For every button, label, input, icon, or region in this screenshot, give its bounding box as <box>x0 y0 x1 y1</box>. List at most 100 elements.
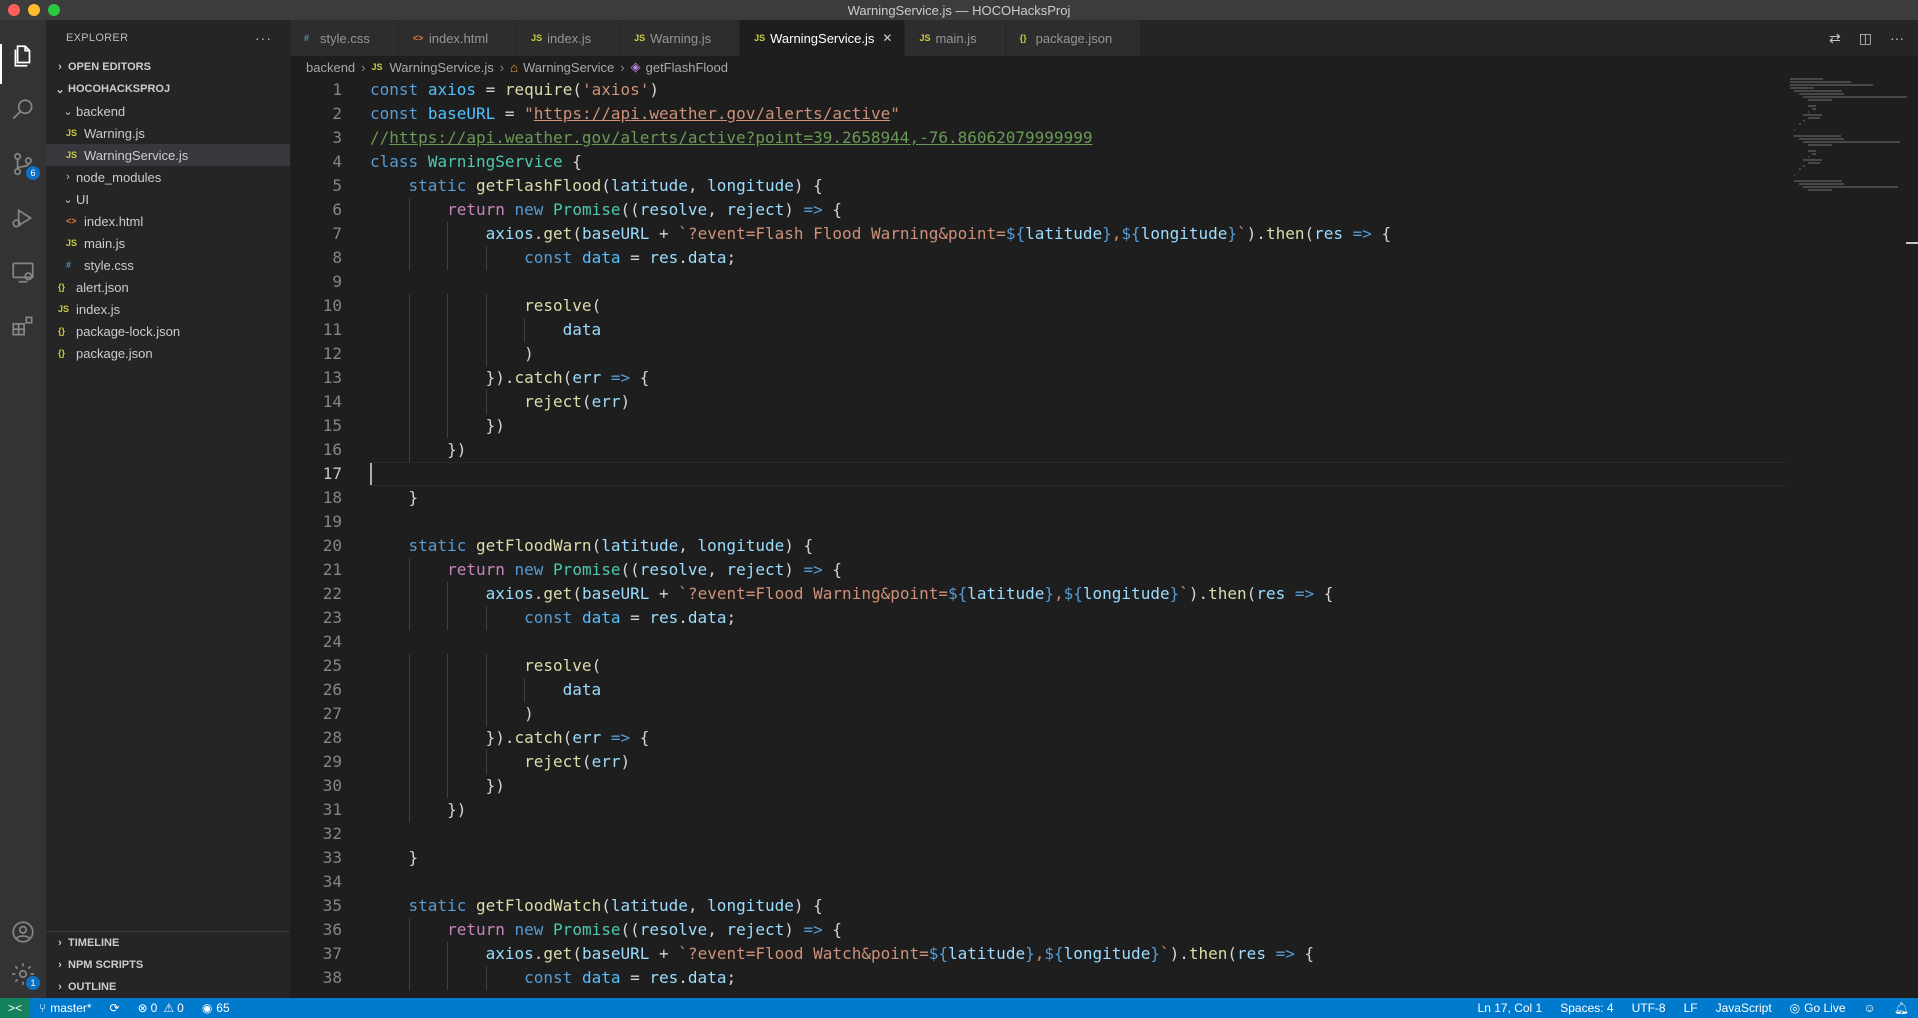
code-token: => <box>1275 944 1295 963</box>
indent-guide <box>485 966 487 990</box>
run-debug-icon[interactable] <box>9 204 37 232</box>
js-file-icon: JS <box>531 33 543 43</box>
tab-warningservice-js[interactable]: JS WarningService.js ✕ <box>740 20 906 56</box>
minimize-window-button[interactable] <box>28 4 40 16</box>
tree-file[interactable]: JS Warning.js <box>46 122 290 144</box>
tree-file[interactable]: JS main.js <box>46 232 290 254</box>
breadcrumb-folder[interactable]: backend <box>306 60 355 75</box>
code-token: } <box>1102 224 1112 243</box>
code-token: ${ <box>1044 944 1064 963</box>
code-editor[interactable]: 1 const axios = require('axios') 2 const ba… <box>290 78 1918 998</box>
code-token: axios <box>427 80 476 99</box>
explorer-title: EXPLORER <box>66 32 129 44</box>
tree-folder[interactable]: ⌄ UI <box>46 188 290 210</box>
minimap[interactable] <box>1790 78 1908 998</box>
encoding[interactable]: UTF-8 <box>1623 998 1675 1018</box>
breadcrumb-class[interactable]: WarningService <box>523 60 614 75</box>
tab-style-css[interactable]: # style.css <box>290 20 399 56</box>
code-token: => <box>803 560 823 579</box>
tree-file[interactable]: JS WarningService.js <box>46 144 290 166</box>
tab-main-js[interactable]: JS main.js <box>905 20 1006 56</box>
tree-file[interactable]: <> index.html <box>46 210 290 232</box>
tree-folder[interactable]: › node_modules <box>46 166 290 188</box>
code-text: } <box>370 486 419 510</box>
remote-explorer-icon[interactable] <box>9 258 37 286</box>
tree-file[interactable]: {} package.json <box>46 342 290 364</box>
open-editors-section[interactable]: › OPEN EDITORS <box>46 56 290 78</box>
account-icon[interactable] <box>9 918 37 946</box>
code-token: ( <box>1227 944 1238 963</box>
code-line: 5 static getFlashFlood(latitude, longitu… <box>290 174 1790 198</box>
tab-package-json[interactable]: {} package.json <box>1005 20 1142 56</box>
tree-file[interactable]: JS index.js <box>46 298 290 320</box>
cursor-position[interactable]: Ln 17, Col 1 <box>1469 998 1552 1018</box>
tree-folder[interactable]: ⌄ backend <box>46 100 290 122</box>
tree-file[interactable]: {} package-lock.json <box>46 320 290 342</box>
code-line: 21 return new Promise((resolve, reject) … <box>290 558 1790 582</box>
minimap-line <box>1807 105 1817 107</box>
line-number: 5 <box>332 176 342 195</box>
remote-indicator[interactable]: >< <box>0 998 30 1018</box>
tab-index-js[interactable]: JS index.js <box>517 20 621 56</box>
extensions-icon[interactable] <box>9 312 37 340</box>
sync-button[interactable]: ⟳ <box>101 998 129 1018</box>
close-window-button[interactable] <box>8 4 20 16</box>
line-number: 17 <box>322 464 342 483</box>
indentation[interactable]: Spaces: 4 <box>1551 998 1622 1018</box>
code-token: catch <box>514 728 563 747</box>
feedback-icon[interactable]: ☺ <box>1855 998 1885 1018</box>
files-icon[interactable] <box>9 42 37 70</box>
end-of-line[interactable]: LF <box>1675 998 1707 1018</box>
more-actions-icon[interactable]: ··· <box>255 30 272 46</box>
problems-indicator[interactable]: ⊗ 0 ⚠ 0 <box>129 998 193 1018</box>
tab-warning-js[interactable]: JS Warning.js <box>620 20 741 56</box>
breadcrumb-file[interactable]: WarningService.js <box>390 60 494 75</box>
manage-badge: 1 <box>26 976 40 990</box>
js-file-icon: JS <box>66 128 78 138</box>
indent-guide <box>485 318 487 342</box>
code-token: . <box>533 584 544 603</box>
tree-item-label: UI <box>76 191 89 207</box>
go-live-button[interactable]: ◎ Go Live <box>1781 998 1855 1018</box>
language-mode[interactable]: JavaScript <box>1707 998 1781 1018</box>
search-icon[interactable] <box>9 96 37 124</box>
split-editor-icon[interactable]: ◫ <box>1859 30 1872 47</box>
chevron-right-icon: › <box>58 61 62 73</box>
notifications-icon[interactable]: 🔔︎ <box>1885 998 1918 1018</box>
minimap-line <box>1798 183 1844 185</box>
code-token: { <box>822 560 843 579</box>
code-token: ). <box>1246 224 1266 243</box>
zoom-window-button[interactable] <box>48 4 60 16</box>
close-icon[interactable]: ✕ <box>882 31 892 45</box>
source-control-icon[interactable]: 6 <box>9 150 40 180</box>
line-number: 24 <box>322 632 342 651</box>
gear-icon[interactable]: 1 <box>9 960 40 990</box>
tree-file[interactable]: # style.css <box>46 254 290 276</box>
minimap-line <box>1798 168 1801 170</box>
code-token: } <box>370 848 419 867</box>
open-changes-icon[interactable]: ⇄ <box>1829 30 1841 47</box>
npm-scripts-section[interactable]: › NPM SCRIPTS <box>46 954 290 976</box>
code-token: ${ <box>1063 584 1083 603</box>
minimap-line <box>1807 150 1817 152</box>
branch-indicator[interactable]: ⑂ master* <box>30 998 101 1018</box>
outline-section[interactable]: › OUTLINE <box>46 976 290 998</box>
code-token: baseURL <box>581 224 650 243</box>
breadcrumb-method[interactable]: getFlashFlood <box>646 60 728 75</box>
line-number: 25 <box>322 656 342 675</box>
project-section[interactable]: ⌄ HOCOHACKSPROJ <box>46 78 290 100</box>
vertical-scrollbar[interactable] <box>1906 78 1918 998</box>
code-token: = <box>475 80 505 99</box>
ports-indicator[interactable]: ◉ 65 <box>193 998 239 1018</box>
tree-file[interactable]: {} alert.json <box>46 276 290 298</box>
indent-guide <box>447 366 449 390</box>
more-actions-icon[interactable]: ··· <box>1890 30 1904 46</box>
timeline-section[interactable]: › TIMELINE <box>46 932 290 954</box>
branch-label: master* <box>50 1001 92 1015</box>
tab-index-html[interactable]: <> index.html <box>398 20 518 56</box>
broadcast-icon: ◎ <box>1789 1001 1801 1015</box>
